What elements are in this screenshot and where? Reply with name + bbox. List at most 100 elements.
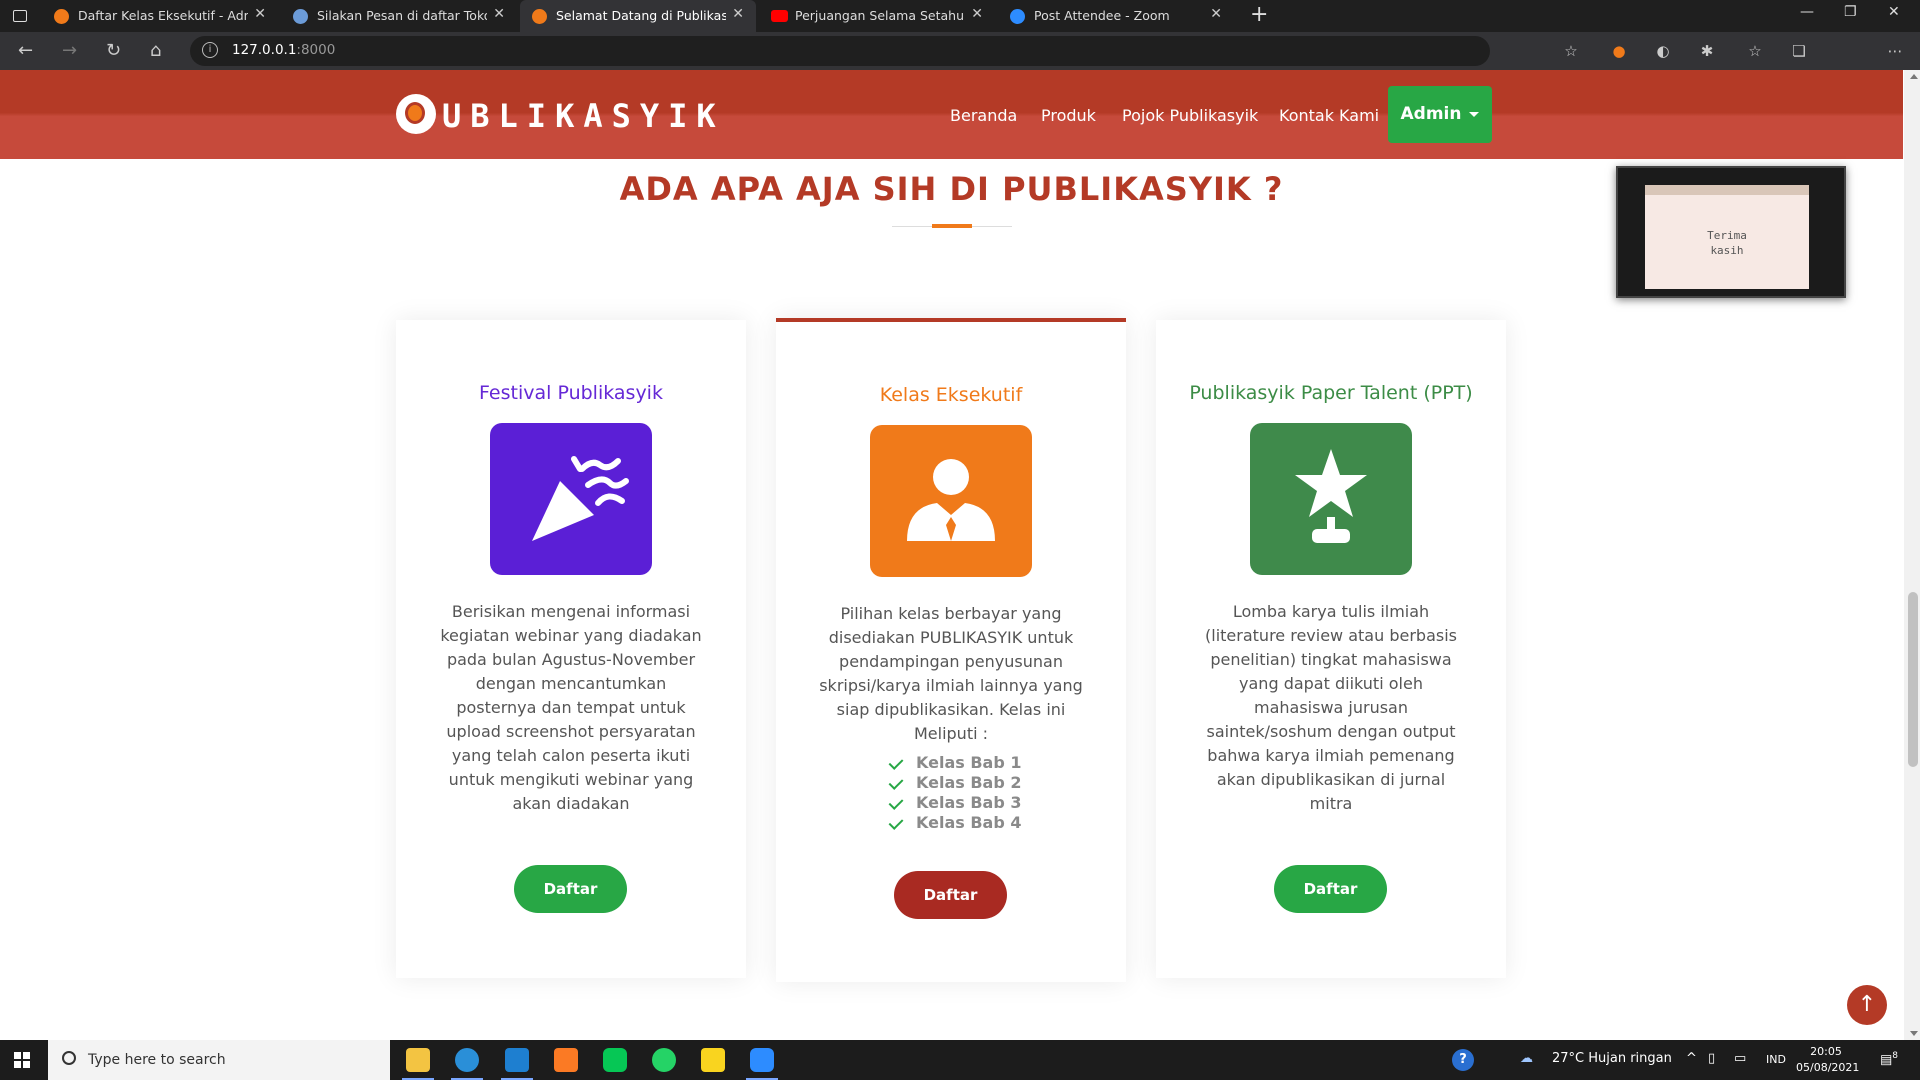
close-tab-icon[interactable]: ✕ xyxy=(493,6,505,22)
daftar-kelas-button[interactable]: Daftar xyxy=(894,871,1007,919)
site-navbar: UBLIKASYIK Beranda Produk Pojok Publikas… xyxy=(0,70,1903,159)
extensions-puzzle-icon[interactable]: ✱ xyxy=(1698,42,1716,60)
kelas-list: Kelas Bab 1 Kelas Bab 2 Kelas Bab 3 Kela… xyxy=(888,753,1022,833)
zoom-app-icon[interactable] xyxy=(746,1048,778,1080)
tab-selamat-datang[interactable]: Selamat Datang di Publikasyik ✕ xyxy=(520,0,756,32)
close-tab-icon[interactable]: ✕ xyxy=(971,6,983,22)
url-host: 127.0.0.1 xyxy=(232,42,297,58)
file-explorer-icon[interactable] xyxy=(402,1048,434,1080)
close-window-icon[interactable]: ✕ xyxy=(1888,4,1900,20)
zoom-icon xyxy=(1010,9,1025,24)
tab-silakan-pesan[interactable]: Silakan Pesan di daftar Toko ini ! ✕ xyxy=(281,0,517,32)
scroll-to-top-button[interactable]: ↑ xyxy=(1847,985,1887,1025)
clock-time: 20:05 xyxy=(1810,1045,1842,1058)
globe-icon xyxy=(293,9,308,24)
tab-zoom[interactable]: Post Attendee - Zoom ✕ xyxy=(998,0,1234,32)
weather-cloud-icon[interactable]: ☁ xyxy=(1520,1051,1533,1066)
card-title: Publikasyik Paper Talent (PPT) xyxy=(1189,382,1473,404)
search-placeholder: Type here to search xyxy=(88,1052,226,1068)
xampp-icon[interactable] xyxy=(554,1048,578,1072)
windows-start-icon[interactable] xyxy=(14,1052,30,1068)
site-logo-text[interactable]: UBLIKASYIK xyxy=(442,97,725,135)
network-icon[interactable]: ▯ xyxy=(1708,1051,1715,1066)
nav-beranda[interactable]: Beranda xyxy=(950,106,1017,125)
card-paper-talent: Publikasyik Paper Talent (PPT) Lomba kar… xyxy=(1156,320,1506,978)
list-item: Kelas Bab 2 xyxy=(888,773,1022,793)
nav-kontak-kami[interactable]: Kontak Kami xyxy=(1279,106,1379,125)
publikasyik-icon xyxy=(54,9,69,24)
more-menu-icon[interactable]: ⋯ xyxy=(1886,42,1904,60)
floating-video-preview[interactable]: Terima kasih xyxy=(1616,166,1846,298)
tab-title: Daftar Kelas Eksekutif - Admin xyxy=(78,8,248,23)
close-tab-icon[interactable]: ✕ xyxy=(732,6,744,22)
youtube-icon xyxy=(771,10,788,22)
star-award-icon xyxy=(1250,423,1412,575)
tab-youtube[interactable]: Perjuangan Selama Setahun - Yo ✕ xyxy=(759,0,995,32)
preview-doc-header xyxy=(1645,185,1809,195)
minimize-icon[interactable]: — xyxy=(1800,4,1814,20)
language-indicator[interactable]: IND xyxy=(1766,1053,1786,1066)
tab-title: Selamat Datang di Publikasyik xyxy=(556,8,726,23)
tab-title: Post Attendee - Zoom xyxy=(1034,8,1170,23)
admin-dropdown-button[interactable]: Admin xyxy=(1388,86,1492,143)
party-popper-icon xyxy=(490,423,652,575)
title-accent xyxy=(932,224,972,228)
clock-date: 05/08/2021 xyxy=(1796,1061,1860,1074)
preview-line-2: kasih xyxy=(1710,244,1744,257)
favorites-icon[interactable]: ☆ xyxy=(1746,42,1764,60)
preview-line-1: Terima xyxy=(1707,229,1747,242)
forward-icon[interactable]: → xyxy=(62,40,77,61)
publikasyik-logo-icon[interactable] xyxy=(396,94,436,134)
browser-toolbar: ← → ↻ ⌂ i 127.0.0.1:8000 ☆ ● ◐ ✱ ☆ ❏ ⋯ xyxy=(0,32,1920,94)
card-description: Lomba karya tulis ilmiah (literature rev… xyxy=(1205,602,1457,813)
daftar-festival-button[interactable]: Daftar xyxy=(514,865,627,913)
close-tab-icon[interactable]: ✕ xyxy=(254,6,266,22)
vscode-icon[interactable] xyxy=(501,1048,533,1080)
site-info-icon[interactable]: i xyxy=(202,42,218,58)
list-item: Kelas Bab 3 xyxy=(888,793,1022,813)
card-kelas-eksekutif: Kelas Eksekutif Pilihan kelas berbayar y… xyxy=(776,318,1126,982)
home-icon[interactable]: ⌂ xyxy=(150,40,161,61)
back-icon[interactable]: ← xyxy=(18,40,33,61)
taskbar-search-box[interactable]: Type here to search xyxy=(48,1040,390,1080)
edge-browser-icon[interactable] xyxy=(451,1048,483,1080)
tab-title: Perjuangan Selama Setahun - Yo xyxy=(795,8,965,23)
executive-user-icon xyxy=(870,425,1032,577)
tab-daftar-kelas[interactable]: Daftar Kelas Eksekutif - Admin ✕ xyxy=(42,0,278,32)
scrollbar-thumb[interactable] xyxy=(1908,592,1918,767)
extension-flame-icon[interactable]: ● xyxy=(1610,42,1628,60)
page-scrollbar[interactable] xyxy=(1904,70,1920,1040)
help-icon[interactable]: ? xyxy=(1452,1049,1474,1071)
tray-chevron-icon[interactable]: ^ xyxy=(1686,1051,1697,1066)
restore-icon[interactable]: ❐ xyxy=(1844,4,1857,20)
nav-produk[interactable]: Produk xyxy=(1041,106,1096,125)
search-icon xyxy=(62,1051,76,1065)
scroll-up-icon[interactable] xyxy=(1910,74,1918,79)
address-bar[interactable]: i 127.0.0.1:8000 ☆ xyxy=(190,36,1578,66)
whatsapp-icon[interactable] xyxy=(652,1048,676,1072)
extension-dark-icon[interactable]: ◐ xyxy=(1654,42,1672,60)
weather-text[interactable]: 27°C Hujan ringan xyxy=(1552,1051,1672,1066)
preview-text: Terima kasih xyxy=(1645,228,1809,258)
system-clock[interactable]: 20:05 05/08/2021 xyxy=(1796,1044,1860,1076)
tab-actions-menu-icon[interactable] xyxy=(12,8,28,24)
list-item: Kelas Bab 4 xyxy=(888,813,1022,833)
notification-count: 8 xyxy=(1892,1051,1899,1061)
favorite-star-icon[interactable]: ☆ xyxy=(1562,42,1580,60)
new-tab-icon[interactable]: + xyxy=(1250,2,1268,27)
line-app-icon[interactable] xyxy=(603,1048,627,1072)
tab-title: Silakan Pesan di daftar Toko ini ! xyxy=(317,8,487,23)
card-festival-publikasyik: Festival Publikasyik Berisikan mengenai … xyxy=(396,320,746,978)
notification-center-icon[interactable]: ▤8 xyxy=(1880,1051,1898,1067)
keyboard-icon[interactable]: ▭ xyxy=(1734,1051,1746,1066)
list-item: Kelas Bab 1 xyxy=(888,753,1022,773)
publikasyik-icon xyxy=(532,9,547,24)
nav-pojok-publikasyik[interactable]: Pojok Publikasyik xyxy=(1122,106,1258,125)
sticky-notes-icon[interactable] xyxy=(701,1048,725,1072)
collections-icon[interactable]: ❏ xyxy=(1790,42,1808,60)
reload-icon[interactable]: ↻ xyxy=(106,40,121,61)
card-title: Kelas Eksekutif xyxy=(879,384,1023,406)
daftar-ppt-button[interactable]: Daftar xyxy=(1274,865,1387,913)
scroll-down-icon[interactable] xyxy=(1910,1031,1918,1036)
close-tab-icon[interactable]: ✕ xyxy=(1210,6,1222,22)
